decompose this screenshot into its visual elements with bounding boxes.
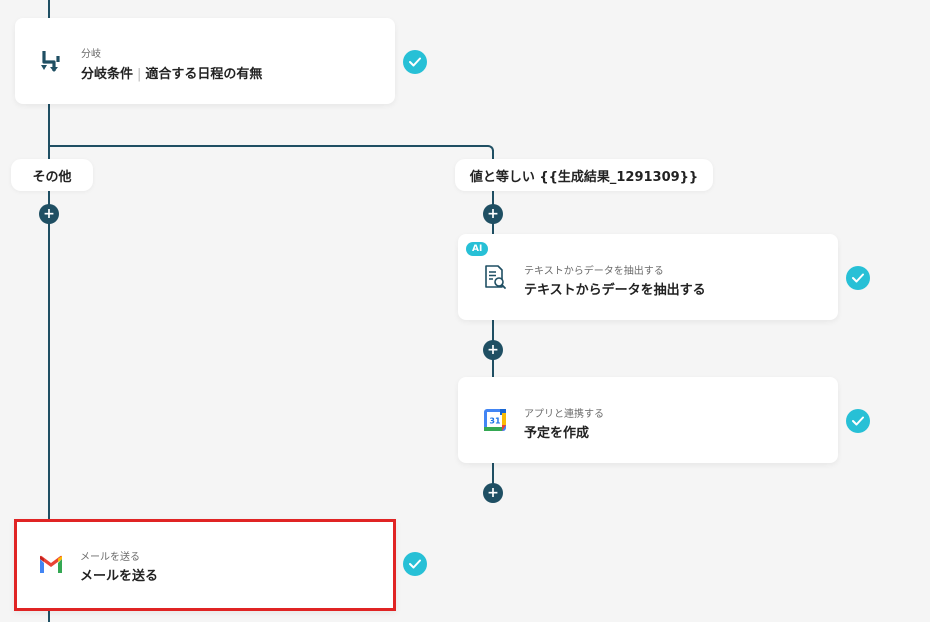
branch-label-text: 値と等しい {{生成結果_1291309}}: [469, 169, 699, 185]
calendar-day-text: 31: [489, 417, 501, 426]
flow-canvas: 分岐 分岐条件 | 適合する日程の有無 その他 値と等しい {{生成結果_12913…: [0, 0, 930, 622]
branch-label-equals[interactable]: 値と等しい {{生成結果_1291309}}: [455, 159, 713, 191]
check-icon: [846, 266, 870, 290]
branch-icon: [37, 46, 67, 76]
step-title: 予定を作成: [524, 426, 590, 441]
add-step-button[interactable]: +: [39, 204, 59, 224]
add-step-button[interactable]: +: [483, 483, 503, 503]
branch-label-other[interactable]: その他: [11, 159, 93, 191]
google-calendar-icon: 31: [480, 405, 510, 435]
branch-title-main: 分岐条件: [81, 67, 134, 82]
step-title: テキストからデータを抽出する: [524, 283, 706, 298]
document-search-icon: [480, 262, 510, 292]
ai-badge: AI: [466, 242, 489, 256]
step-subtitle: 分岐: [81, 49, 101, 60]
step-subtitle: メールを送る: [80, 552, 140, 563]
step-subtitle: アプリと連携する: [524, 409, 604, 420]
title-separator: |: [137, 67, 142, 82]
branch-label-text: その他: [32, 169, 72, 185]
create-event-step-card[interactable]: 31 アプリと連携する 予定を作成: [458, 377, 838, 463]
step-subtitle: テキストからデータを抽出する: [524, 266, 664, 277]
check-icon: [846, 409, 870, 433]
extract-data-step-card[interactable]: AI テキストからデータを抽出する テキストからデータを抽出する: [458, 234, 838, 320]
step-title: 分岐条件 | 適合する日程の有無: [81, 63, 262, 82]
connector-line: [48, 0, 50, 18]
branch-step-card[interactable]: 分岐 分岐条件 | 適合する日程の有無: [15, 18, 395, 104]
add-step-button[interactable]: +: [483, 340, 503, 360]
check-icon: [403, 552, 427, 576]
send-mail-step-card[interactable]: メールを送る メールを送る: [14, 519, 396, 611]
connector-line: [48, 145, 488, 147]
add-step-button[interactable]: +: [483, 204, 503, 224]
branch-title-detail: 適合する日程の有無: [145, 67, 263, 82]
step-title: メールを送る: [80, 569, 159, 584]
gmail-icon: [36, 550, 66, 580]
check-icon: [403, 50, 427, 74]
